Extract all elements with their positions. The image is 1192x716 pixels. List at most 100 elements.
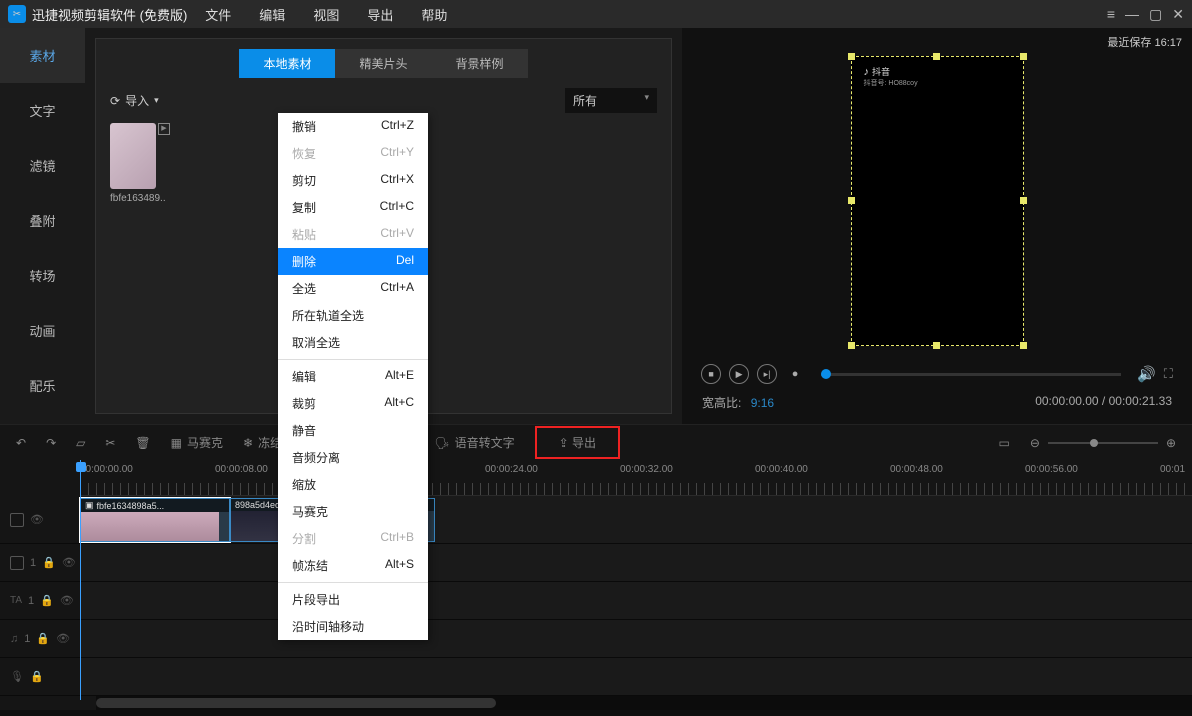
window-close-icon[interactable]: ✕	[1172, 6, 1184, 23]
filter-dropdown[interactable]: 所有	[565, 88, 657, 113]
video-clip-1[interactable]: ▣fbfe1634898a5...	[80, 498, 230, 542]
window-min-icon[interactable]: —	[1125, 6, 1139, 22]
track-video: 👁 ▣fbfe1634898a5... 898a5d4ec7cb...	[0, 496, 1192, 544]
sidetab-animation[interactable]: 动画	[0, 303, 85, 358]
ruler-tick: 00:00:40.00	[755, 464, 808, 475]
playback-slider[interactable]	[821, 373, 1121, 376]
ruler-tick: 00:00:00.00	[80, 464, 133, 475]
sidetab-music[interactable]: 配乐	[0, 358, 85, 413]
context-menu-item[interactable]: 剪切Ctrl+X	[278, 167, 428, 194]
redo-button[interactable]: ↷	[46, 436, 56, 450]
subtab-intro[interactable]: 精美片头	[335, 49, 431, 78]
sidetab-filter[interactable]: 滤镜	[0, 138, 85, 193]
mosaic-icon: ▦	[171, 436, 182, 450]
volume-icon[interactable]: 🔊	[1137, 365, 1156, 383]
menu-export[interactable]: 导出	[367, 5, 393, 24]
record-button[interactable]: ●	[785, 364, 805, 384]
eye-icon[interactable]: 👁	[60, 594, 74, 607]
preview-stage[interactable]: ♪ 抖音 抖音号: HO88coy	[851, 56, 1024, 346]
tool-stt[interactable]: 🗣语音转文字	[434, 434, 514, 451]
lock-icon[interactable]: 🔒	[42, 556, 56, 569]
export-button[interactable]: ⇪ 导出	[535, 426, 620, 459]
douyin-icon: ♪	[864, 66, 870, 78]
sidetab-transition[interactable]: 转场	[0, 248, 85, 303]
context-menu-item[interactable]: 所在轨道全选	[278, 302, 428, 329]
delete-button[interactable]: 🗑	[135, 436, 150, 450]
fullscreen-icon[interactable]: ⛶	[1164, 366, 1173, 382]
refresh-icon: ⟳	[110, 94, 120, 108]
media-thumb[interactable]: ▶ fbfe163489...	[110, 123, 166, 204]
menu-file[interactable]: 文件	[205, 5, 231, 24]
timeline-ruler[interactable]: 00:00:00.0000:00:08.0000:00:16.0000:00:2…	[80, 460, 1192, 496]
menu-edit[interactable]: 编辑	[259, 5, 285, 24]
zoom-slider[interactable]	[1048, 442, 1158, 444]
stop-button[interactable]: ■	[701, 364, 721, 384]
sidetab-overlay[interactable]: 叠附	[0, 193, 85, 248]
time-display: 00:00:00.00 / 00:00:21.33	[1035, 394, 1172, 411]
hamburger-icon[interactable]: ≡	[1107, 6, 1115, 22]
zoom-in-button[interactable]: ⊕	[1166, 436, 1176, 450]
scrollbar-thumb[interactable]	[96, 698, 496, 708]
lock-icon[interactable]: 🔒	[30, 670, 44, 683]
timeline: 00:00:00.0000:00:08.0000:00:16.0000:00:2…	[0, 460, 1192, 710]
track-audio: ♫1🔒👁	[0, 620, 1192, 658]
export-icon: ⇪	[559, 436, 572, 450]
title-track-icon: TA	[10, 595, 22, 606]
stt-icon: 🗣	[434, 436, 449, 450]
titlebar: ✂ 迅捷视频剪辑软件 (免费版) 文件 编辑 视图 导出 帮助 ≡ — ▢ ✕	[0, 0, 1192, 28]
playback-slider-thumb[interactable]	[821, 369, 831, 379]
context-menu-item[interactable]: 沿时间轴移动	[278, 613, 428, 640]
fit-icon[interactable]: ▭	[999, 436, 1010, 450]
context-menu-item[interactable]: 缩放	[278, 471, 428, 498]
context-menu-item[interactable]: 片段导出	[278, 586, 428, 613]
edit-button[interactable]: ▱	[76, 436, 85, 450]
import-label: 导入	[125, 92, 149, 109]
menu-view[interactable]: 视图	[313, 5, 339, 24]
context-menu-item[interactable]: 复制Ctrl+C	[278, 194, 428, 221]
import-button[interactable]: ⟳ 导入 ▾	[110, 92, 159, 109]
eye-icon[interactable]: 👁	[56, 632, 70, 645]
menu-help[interactable]: 帮助	[421, 5, 447, 24]
sidetab-media[interactable]: 素材	[0, 28, 85, 83]
track-title: TA1🔒👁	[0, 582, 1192, 620]
selection-box[interactable]: ♪ 抖音 抖音号: HO88coy	[851, 56, 1024, 346]
context-menu-item[interactable]: 裁剪Alt+C	[278, 390, 428, 417]
zoom-out-button[interactable]: ⊖	[1030, 436, 1040, 450]
lock-icon[interactable]: 🔒	[36, 632, 50, 645]
undo-button[interactable]: ↶	[16, 436, 26, 450]
zoom-control: ⊖ ⊕	[1030, 436, 1176, 450]
play-button[interactable]: ▶	[729, 364, 749, 384]
ruler-tick: 00:00:32.00	[620, 464, 673, 475]
chevron-down-icon: ▾	[154, 95, 159, 106]
next-frame-button[interactable]: ▸|	[757, 364, 777, 384]
context-menu-item[interactable]: 编辑Alt+E	[278, 363, 428, 390]
menu-bar: 文件 编辑 视图 导出 帮助	[205, 5, 447, 24]
context-menu-item[interactable]: 撤销Ctrl+Z	[278, 113, 428, 140]
subtab-bgdemo[interactable]: 背景样例	[432, 49, 528, 78]
lock-icon[interactable]: 🔒	[40, 594, 54, 607]
ruler-tick: 00:00:56.00	[1025, 464, 1078, 475]
cut-button[interactable]: ✂	[105, 436, 115, 450]
eye-icon[interactable]: 👁	[30, 513, 44, 526]
context-menu: 撤销Ctrl+Z恢复Ctrl+Y剪切Ctrl+X复制Ctrl+C粘贴Ctrl+V…	[278, 113, 428, 640]
tool-mosaic[interactable]: ▦马赛克	[171, 434, 223, 451]
playhead[interactable]	[80, 460, 81, 700]
preview-panel: 最近保存 16:17 ♪ 抖音 抖音号: HO88coy	[682, 28, 1192, 424]
context-menu-item[interactable]: 全选Ctrl+A	[278, 275, 428, 302]
eye-icon[interactable]: 👁	[62, 556, 76, 569]
freeze-icon: ❄	[243, 436, 253, 450]
subtab-local[interactable]: 本地素材	[239, 49, 335, 78]
ratio-value[interactable]: 9:16	[751, 396, 774, 410]
app-title: 迅捷视频剪辑软件 (免费版)	[32, 5, 187, 24]
context-menu-item[interactable]: 帧冻结Alt+S	[278, 552, 428, 579]
context-menu-item[interactable]: 静音	[278, 417, 428, 444]
sidetab-text[interactable]: 文字	[0, 83, 85, 138]
timeline-scrollbar[interactable]	[96, 696, 1192, 710]
context-menu-item[interactable]: 取消全选	[278, 329, 428, 356]
context-menu-item[interactable]: 删除Del	[278, 248, 428, 275]
context-menu-item[interactable]: 音频分离	[278, 444, 428, 471]
track-voice: 🎙🔒	[0, 658, 1192, 696]
track-video-body[interactable]: ▣fbfe1634898a5... 898a5d4ec7cb...	[80, 496, 1192, 543]
context-menu-item[interactable]: 马赛克	[278, 498, 428, 525]
window-max-icon[interactable]: ▢	[1149, 6, 1162, 23]
